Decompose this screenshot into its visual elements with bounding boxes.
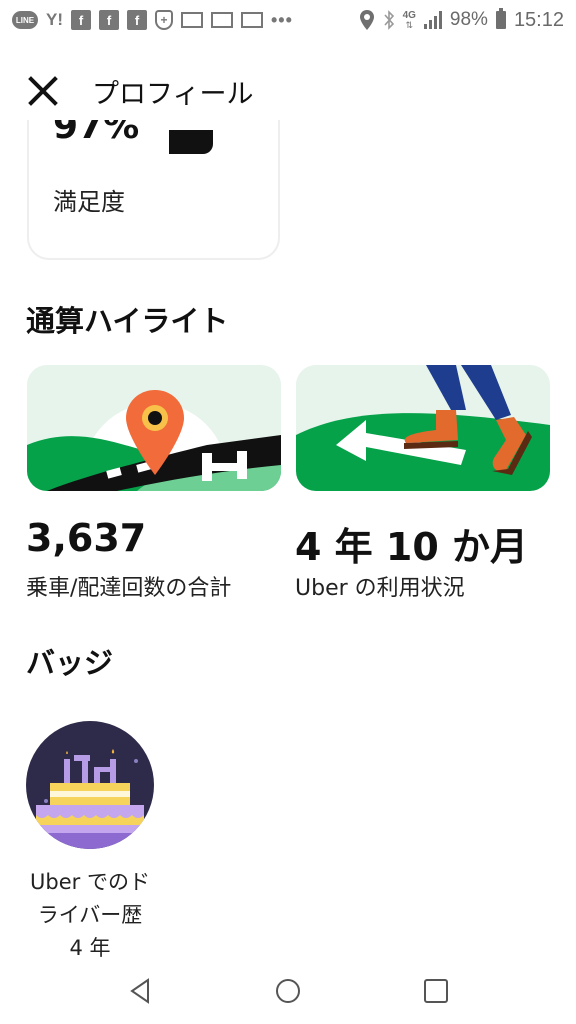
recents-square-icon[interactable] bbox=[421, 976, 451, 1006]
facebook-icon: f bbox=[99, 9, 119, 31]
network-type: 4G ⇅ bbox=[402, 10, 416, 30]
notification-icons: LINE Y! f f f + ••• bbox=[12, 9, 293, 31]
system-nav-bar bbox=[0, 960, 576, 1024]
status-bar: LINE Y! f f f + ••• 4G ⇅ 98% 15:12 bbox=[0, 0, 576, 40]
page-title: プロフィール bbox=[92, 79, 254, 110]
mail-icon bbox=[181, 9, 203, 31]
facebook-icon: f bbox=[127, 9, 147, 31]
badge-label: Uber でのド ライバー歴 4 年 bbox=[30, 870, 150, 960]
thumbs-up-icon bbox=[169, 130, 213, 154]
line-icon: LINE bbox=[12, 9, 38, 31]
rating-card: 97% 満足度 bbox=[27, 120, 280, 260]
signal-icon bbox=[423, 11, 442, 29]
rating-value: 97% bbox=[53, 120, 140, 147]
badges-title: バッジ bbox=[26, 646, 114, 680]
more-dots-icon: ••• bbox=[271, 9, 293, 30]
cake-icon bbox=[26, 721, 154, 849]
battery-icon bbox=[495, 8, 506, 29]
battery-percent: 98% bbox=[449, 9, 488, 30]
back-triangle-icon[interactable] bbox=[126, 976, 156, 1006]
mail-icon bbox=[211, 9, 233, 31]
system-status: 4G ⇅ 98% 15:12 bbox=[359, 8, 564, 32]
trips-label: 乗車/配達回数の合計 bbox=[26, 576, 232, 601]
trips-illustration bbox=[27, 365, 281, 491]
yahoo-icon: Y! bbox=[46, 10, 63, 29]
facebook-icon: f bbox=[71, 9, 91, 31]
rating-label: 満足度 bbox=[53, 188, 125, 216]
trips-count: 3,637 bbox=[26, 516, 147, 560]
tenure-label: Uber の利用状況 bbox=[295, 576, 465, 601]
mail-icon bbox=[241, 9, 263, 31]
shield-icon: + bbox=[155, 9, 173, 31]
anniversary-badge[interactable] bbox=[26, 721, 154, 849]
bluetooth-icon bbox=[383, 10, 394, 30]
clock: 15:12 bbox=[513, 8, 564, 31]
highlights-title: 通算ハイライト bbox=[26, 304, 229, 338]
facebook-icon-text: f bbox=[127, 10, 147, 30]
top-bar: プロフィール bbox=[0, 60, 576, 120]
close-icon[interactable] bbox=[26, 74, 60, 108]
tenure-illustration bbox=[296, 365, 550, 491]
tenure-value: 4 年 10 か月 bbox=[295, 525, 529, 569]
home-circle-icon[interactable] bbox=[273, 976, 303, 1006]
facebook-icon-text: f bbox=[71, 10, 91, 30]
location-icon bbox=[359, 10, 374, 30]
line-icon-text: LINE bbox=[12, 11, 38, 29]
facebook-icon-text: f bbox=[99, 10, 119, 30]
